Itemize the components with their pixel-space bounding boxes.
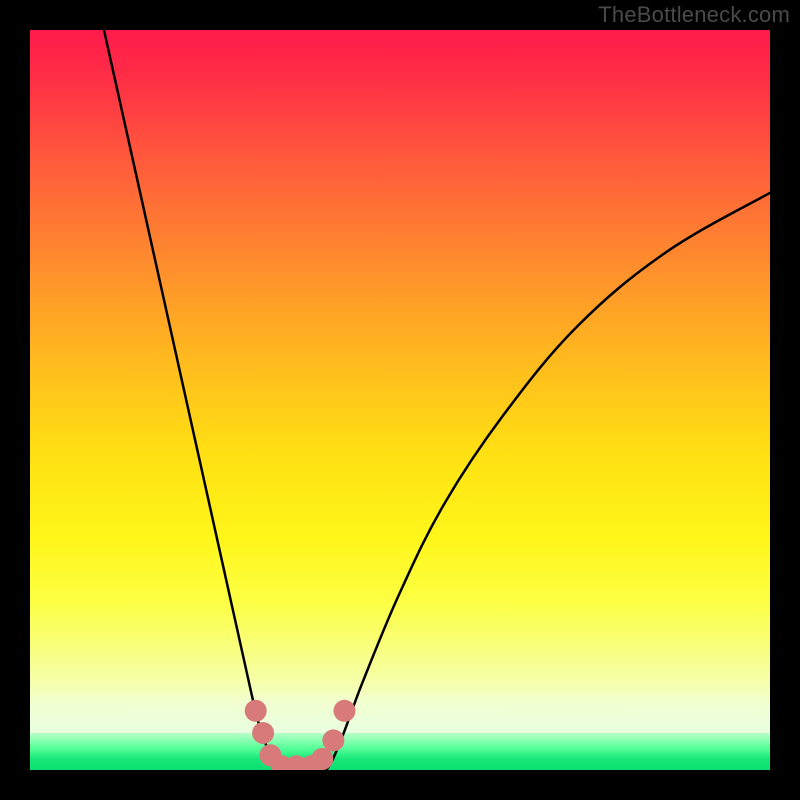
- marker-dot: [322, 729, 344, 751]
- bottleneck-curve: [104, 30, 770, 770]
- chart-frame: TheBottleneck.com: [0, 0, 800, 800]
- marker-dot: [252, 722, 274, 744]
- marker-points: [245, 700, 356, 770]
- marker-dot: [311, 748, 333, 770]
- plot-area: [30, 30, 770, 770]
- marker-dot: [334, 700, 356, 722]
- watermark-text: TheBottleneck.com: [598, 2, 790, 28]
- marker-dot: [245, 700, 267, 722]
- curve-layer: [30, 30, 770, 770]
